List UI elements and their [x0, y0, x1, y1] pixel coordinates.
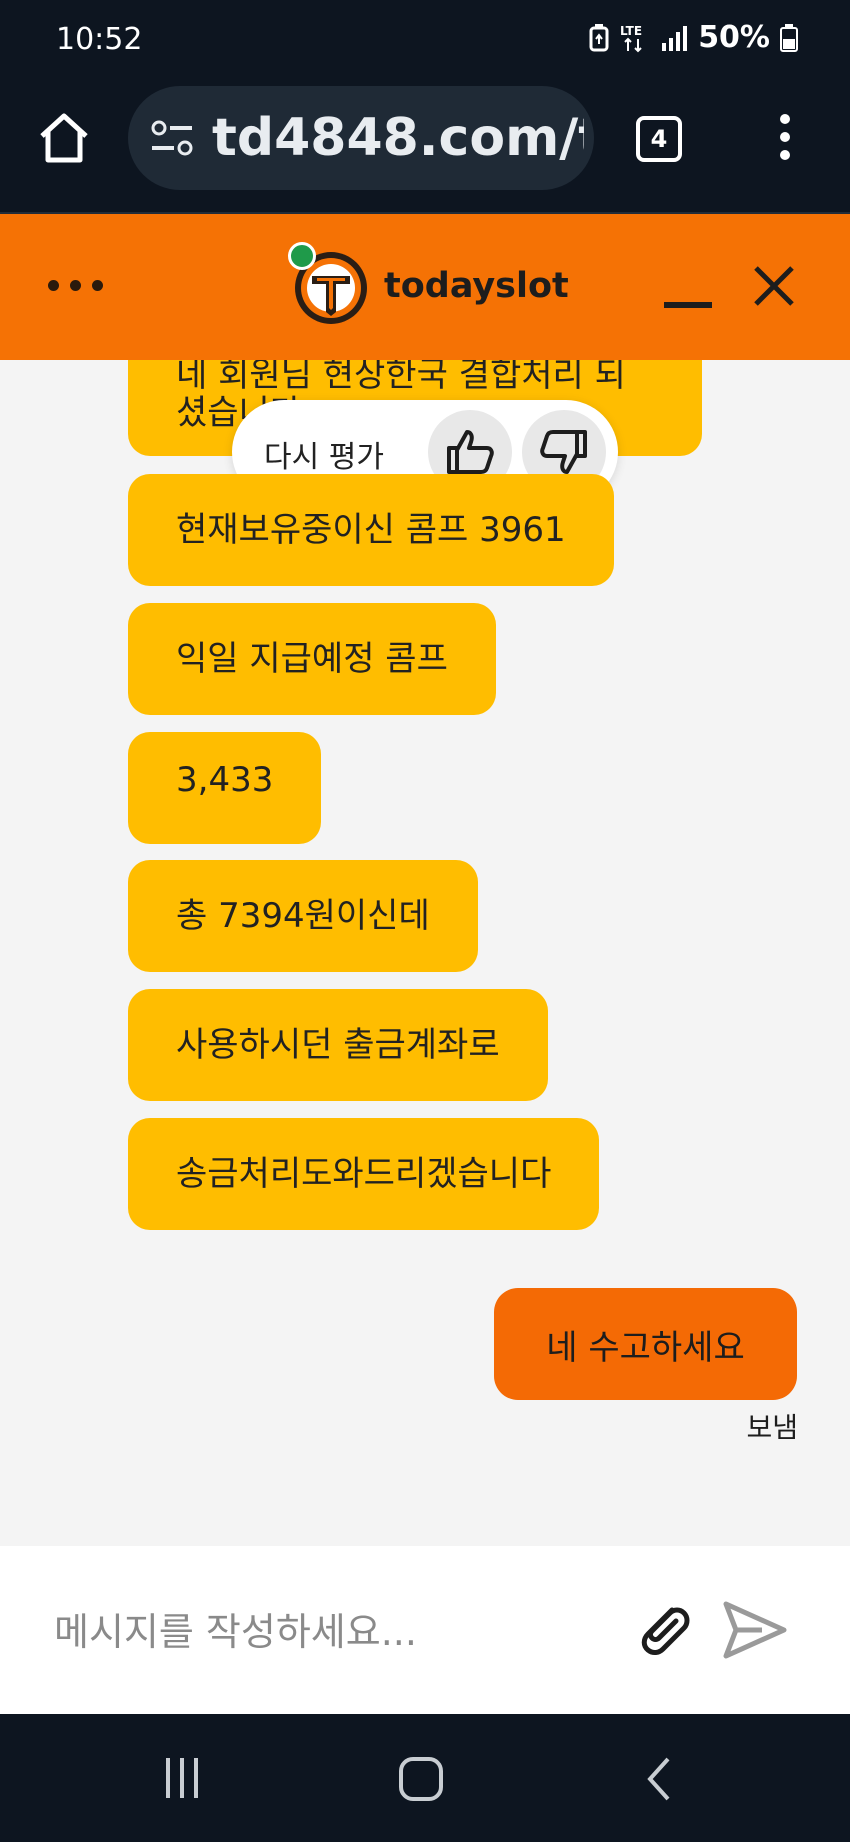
- agent-message: 총 7394원이신데: [128, 860, 478, 972]
- close-icon[interactable]: [752, 264, 796, 308]
- minimize-icon[interactable]: [664, 302, 712, 308]
- message-input[interactable]: [54, 1604, 614, 1660]
- agent-message: 송금처리도와드리겠습니다: [128, 1118, 600, 1230]
- more-vert-icon[interactable]: [770, 114, 800, 164]
- battery-icon: [780, 23, 798, 52]
- paperclip-icon[interactable]: [632, 1596, 696, 1660]
- online-indicator: [288, 242, 316, 270]
- svg-text:LTE: LTE: [620, 24, 642, 38]
- url-text: td4848.com/to: [212, 108, 584, 168]
- battery-saver-icon: [588, 23, 610, 52]
- status-bar: 10:52 LTE 50%: [0, 0, 850, 80]
- agent-message: 3,433: [128, 732, 322, 844]
- screen: 10:52 LTE 50% td4848.com/to: [0, 0, 850, 1842]
- back-icon[interactable]: [644, 1756, 674, 1806]
- tab-switcher-button[interactable]: 4: [636, 116, 682, 162]
- signal-icon: [660, 25, 688, 51]
- status-time: 10:52: [56, 22, 143, 57]
- chat-messages[interactable]: 네 회원님 현상한국 결합처리 되셨습니다 다시 평가 현재보유중이신 콤프 3…: [0, 360, 850, 1546]
- chat-header: todayslot: [0, 214, 850, 360]
- browser-toolbar: td4848.com/to 4: [0, 80, 850, 214]
- sent-status: 보냄: [746, 1411, 798, 1444]
- system-nav-bar: [0, 1714, 850, 1842]
- user-message: 네 수고하세요: [494, 1288, 797, 1400]
- nav-home-icon[interactable]: [398, 1756, 444, 1806]
- agent-message: 현재보유중이신 콤프 3961: [128, 474, 614, 586]
- more-horiz-icon[interactable]: [48, 280, 103, 291]
- send-icon[interactable]: [722, 1600, 788, 1660]
- status-icons: LTE 50%: [588, 20, 798, 55]
- address-bar[interactable]: td4848.com/to: [128, 86, 594, 190]
- recents-icon[interactable]: [160, 1756, 204, 1804]
- message-composer: [0, 1546, 850, 1714]
- home-icon[interactable]: [36, 110, 92, 170]
- brand-name: todayslot: [384, 266, 569, 306]
- agent-message: 익일 지급예정 콤프: [128, 603, 496, 715]
- agent-message: 사용하시던 출금계좌로: [128, 989, 548, 1101]
- battery-percent: 50%: [698, 20, 770, 55]
- rating-label: 다시 평가: [264, 440, 384, 475]
- tune-icon[interactable]: [150, 118, 194, 162]
- lte-icon: LTE: [620, 23, 650, 53]
